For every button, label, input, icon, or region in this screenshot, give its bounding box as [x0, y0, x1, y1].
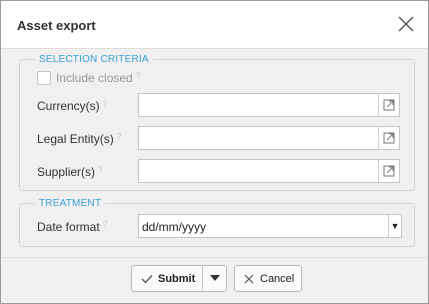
legal-entity-field[interactable] [138, 126, 400, 150]
help-icon: ? [102, 99, 108, 108]
legal-entity-label: Legal Entity(s)? [37, 132, 122, 146]
submit-label: Submit [158, 273, 196, 285]
dialog-title: Asset export [17, 18, 96, 33]
cancel-label: Cancel [260, 273, 295, 285]
dropdown-arrow-icon[interactable]: ▼ [388, 215, 401, 237]
help-icon: ? [135, 71, 141, 80]
date-format-label: Date format? [37, 220, 108, 234]
selection-criteria-legend: SELECTION CRITERIA [39, 54, 149, 65]
check-icon [141, 275, 153, 284]
currency-field[interactable] [138, 93, 400, 117]
currency-label: Currency(s)? [37, 99, 108, 113]
asset-export-dialog: Asset export SELECTION CRITERIA Include … [0, 0, 429, 304]
include-closed-label: Include closed? [56, 71, 141, 85]
submit-button-group: Submit [131, 265, 227, 292]
dialog-titlebar: Asset export [1, 1, 428, 49]
close-icon [244, 274, 254, 284]
cancel-button[interactable]: Cancel [234, 265, 302, 292]
footer-divider [1, 257, 428, 258]
submit-options-button[interactable] [202, 266, 227, 291]
open-picker-icon[interactable] [378, 94, 399, 116]
submit-button[interactable]: Submit [132, 266, 202, 291]
open-picker-icon[interactable] [378, 160, 399, 182]
help-icon: ? [102, 220, 108, 229]
date-format-value: dd/mm/yyyy [142, 220, 207, 234]
supplier-label: Supplier(s)? [37, 165, 103, 179]
help-icon: ? [98, 165, 103, 174]
help-icon: ? [116, 132, 122, 141]
include-closed-checkbox[interactable] [37, 71, 51, 85]
treatment-legend: TREATMENT [39, 198, 102, 209]
close-icon[interactable] [395, 13, 417, 35]
date-format-select[interactable]: dd/mm/yyyy ▼ [138, 214, 402, 238]
caret-down-icon [210, 275, 220, 281]
open-picker-icon[interactable] [378, 127, 399, 149]
supplier-field[interactable] [138, 159, 400, 183]
